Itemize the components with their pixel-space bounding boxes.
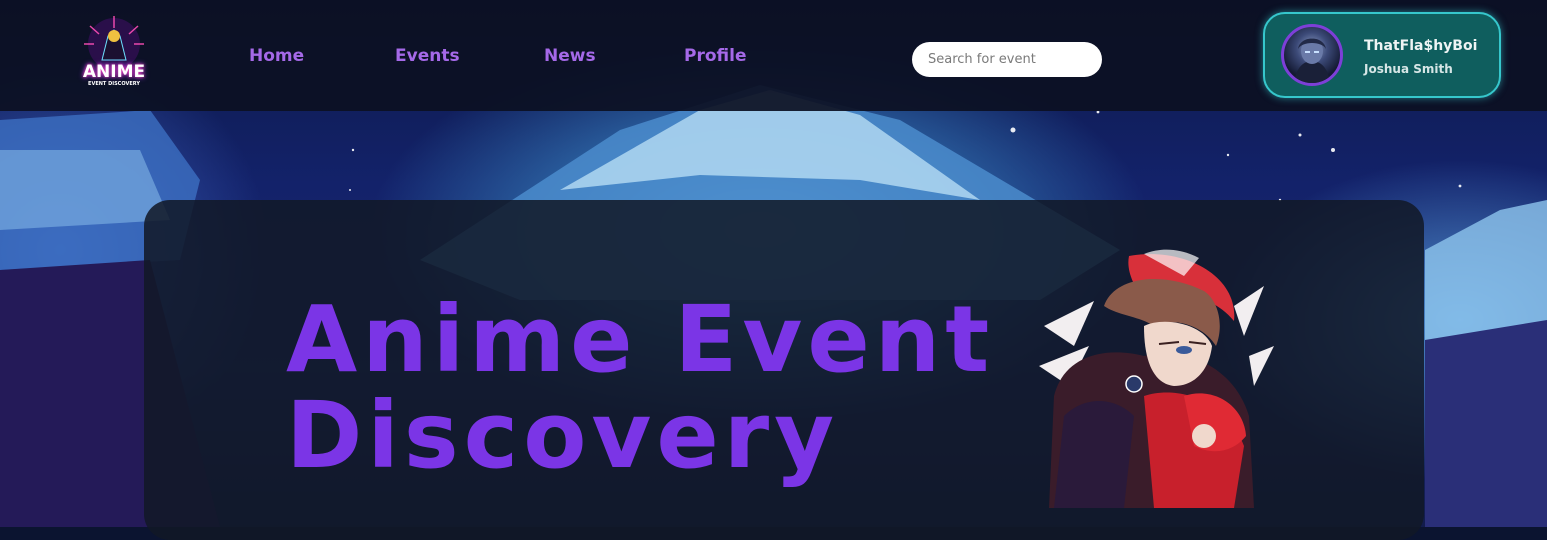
user-handle: ThatFla$hyBoi <box>1364 38 1478 54</box>
nav-link-home[interactable]: Home <box>249 46 304 66</box>
avatar[interactable] <box>1281 24 1343 86</box>
hero-anime-character-image <box>1034 246 1274 508</box>
nav-link-profile[interactable]: Profile <box>684 46 746 66</box>
logo-subtitle: EVENT DISCOVERY <box>88 81 140 87</box>
logo-wordmark: ANIME <box>82 62 146 82</box>
user-full-name: Joshua Smith <box>1364 62 1453 76</box>
nav-link-news[interactable]: News <box>544 46 596 66</box>
avatar-portrait-icon <box>1294 38 1330 83</box>
hero-banner: Anime Event Discovery <box>144 200 1424 540</box>
hero-title-line-1: Anime Event <box>286 286 995 393</box>
user-profile-card[interactable]: ThatFla$hyBoi Joshua Smith <box>1263 12 1501 98</box>
anime-character-illustration <box>1039 249 1274 508</box>
search-input[interactable] <box>912 42 1102 77</box>
top-navigation-bar: ANIME EVENT DISCOVERY Home Events News P… <box>0 0 1547 111</box>
nav-link-events[interactable]: Events <box>395 46 460 66</box>
site-logo[interactable]: ANIME EVENT DISCOVERY <box>72 12 156 92</box>
hero-title: Anime Event Discovery <box>286 292 1006 484</box>
hero-title-line-2: Discovery <box>286 382 840 489</box>
